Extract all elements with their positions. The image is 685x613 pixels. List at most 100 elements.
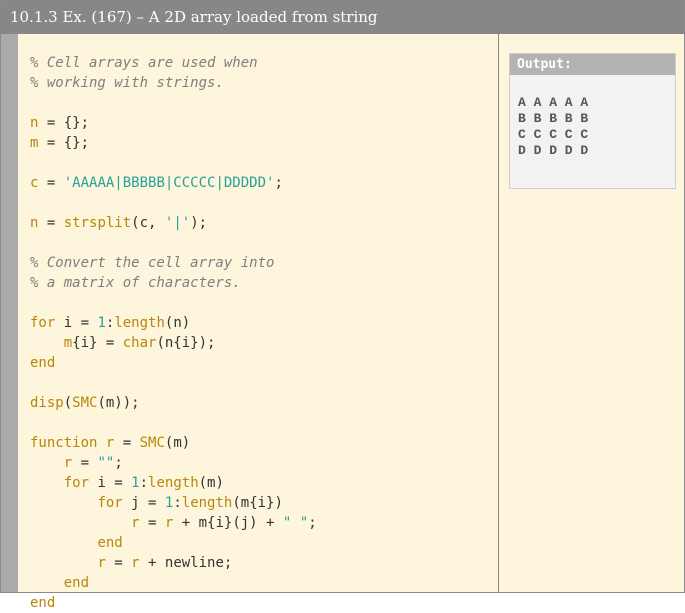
output-text: A A A A AB B B B BC C C C CD D D D D <box>510 75 675 159</box>
code-token-plain: ( <box>63 395 73 411</box>
code-token-call: disp <box>30 395 64 411</box>
code-token-kw: function <box>30 435 98 451</box>
code-token-kw: for <box>97 495 123 511</box>
code-token-plain: (m) <box>164 435 191 451</box>
code-token-kw: r <box>131 555 140 571</box>
code-token-plain: = <box>72 455 98 471</box>
code-token-plain: = <box>139 515 165 531</box>
code-token-comment: % working with strings. <box>30 75 224 91</box>
code-token-call: length <box>148 475 199 491</box>
code-token-call: strsplit <box>63 215 132 231</box>
code-line: end <box>30 533 317 553</box>
code-line: end <box>30 353 317 373</box>
code-token-plain: j = <box>122 495 165 511</box>
code-line: % Cell arrays are used when <box>30 53 317 73</box>
code-token-kw: end <box>30 355 56 371</box>
code-line: end <box>30 573 317 593</box>
code-line: for i = 1:length(n) <box>30 313 317 333</box>
code-token-plain: ; <box>308 515 317 531</box>
code-token-plain: + newline; <box>139 555 233 571</box>
code-token-call: length <box>181 495 233 511</box>
code-token-plain: i = <box>55 315 98 331</box>
code-token-call: SMC <box>139 435 165 451</box>
code-token-call: char <box>122 335 157 351</box>
code-line: n = {}; <box>30 113 317 133</box>
code-line: function r = SMC(m) <box>30 433 317 453</box>
code-line: for i = 1:length(m) <box>30 473 317 493</box>
code-token-kw: r <box>97 555 106 571</box>
code-token-plain: (c, <box>131 215 165 231</box>
code-token-call: length <box>114 315 165 331</box>
code-token-kw: end <box>30 595 56 611</box>
code-listing: % Cell arrays are used when % working wit… <box>30 53 317 613</box>
code-token-plain: = <box>105 555 132 571</box>
code-line: end <box>30 593 317 613</box>
code-token-plain: ; <box>274 175 283 191</box>
example-frame: 10.1.3 Ex. (167) – A 2D array loaded fro… <box>0 0 685 611</box>
code-token-str: 'AAAAA|BBBBB|CCCCC|DDDDD' <box>63 175 275 191</box>
code-line: % Convert the cell array into <box>30 253 317 273</box>
code-token-plain: (n{i}); <box>156 335 216 351</box>
code-token-str: '|' <box>164 215 191 231</box>
code-line: r = r + newline; <box>30 553 317 573</box>
code-token-plain: i = <box>89 475 132 491</box>
code-token-kw: r <box>131 515 140 531</box>
code-gutter <box>1 34 18 592</box>
code-token-kw: end <box>97 535 123 551</box>
code-token-plain: ; <box>114 455 123 471</box>
output-label: Output: <box>510 54 675 75</box>
code-token-plain: = {}; <box>38 115 90 131</box>
code-token-str: " " <box>282 515 309 531</box>
output-line: C C C C C <box>518 127 589 142</box>
code-token-plain: = <box>38 175 64 191</box>
code-line: r = ""; <box>30 453 317 473</box>
output-panel: Output: A A A A AB B B B BC C C C CD D D… <box>509 53 676 189</box>
code-line: n = strsplit(c, '|'); <box>30 213 317 233</box>
output-line: B B B B B <box>518 111 589 126</box>
code-token-call: SMC <box>72 395 98 411</box>
output-line: A A A A A <box>518 95 589 110</box>
code-token-str: "" <box>97 455 115 471</box>
code-token-plain: ); <box>190 215 208 231</box>
code-token-num: 1 <box>97 315 106 331</box>
code-line: c = 'AAAAA|BBBBB|CCCCC|DDDDD'; <box>30 173 317 193</box>
code-token-kw: r <box>63 455 73 471</box>
code-token-plain: : <box>173 495 182 511</box>
code-token-plain: = <box>38 215 64 231</box>
code-token-plain: (n) <box>164 315 191 331</box>
example-title: 10.1.3 Ex. (167) – A 2D array loaded fro… <box>1 1 684 34</box>
code-line: m{i} = char(n{i}); <box>30 333 317 353</box>
code-token-kw: end <box>63 575 90 591</box>
code-token-plain: {i} = <box>72 335 123 351</box>
code-token-comment: % Cell arrays are used when <box>30 55 258 71</box>
code-line: disp(SMC(m)); <box>30 393 317 413</box>
code-line: % a matrix of characters. <box>30 273 317 293</box>
code-token-plain: (m)); <box>97 395 140 411</box>
code-token-num: 1 <box>131 475 140 491</box>
code-token-plain: : <box>139 475 149 491</box>
code-line: r = r + m{i}(j) + " "; <box>30 513 317 533</box>
code-token-plain: (m) <box>198 475 224 491</box>
code-token-kw: m <box>63 335 73 351</box>
code-line: m = {}; <box>30 133 317 153</box>
code-token-kw: for <box>30 315 56 331</box>
code-line: for j = 1:length(m{i}) <box>30 493 317 513</box>
code-token-comment: % a matrix of characters. <box>30 275 241 291</box>
code-pane: % Cell arrays are used when % working wit… <box>18 34 499 611</box>
